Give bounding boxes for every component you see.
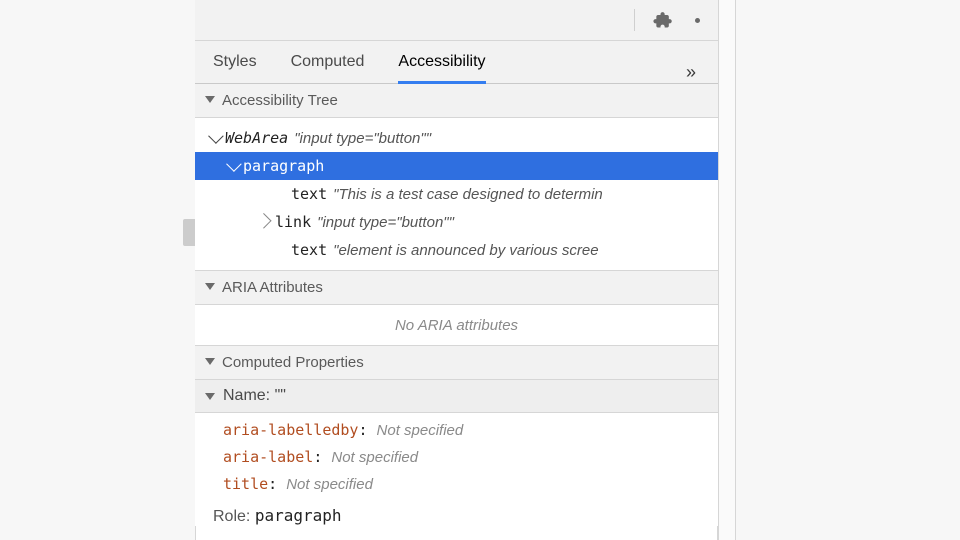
tree-node-label: "This is a test case designed to determi… — [333, 186, 603, 203]
accessibility-tree: WebArea "input type="button"" paragraph … — [195, 118, 718, 271]
computed-prop-key: aria-labelledby — [223, 421, 358, 439]
tree-node-role: WebArea — [225, 129, 288, 147]
tab-styles[interactable]: Styles — [213, 53, 257, 70]
computed-prop-value: Not specified — [331, 449, 418, 466]
tree-node-link[interactable]: link "input type="button"" — [195, 208, 718, 236]
tree-node-role: text — [291, 241, 327, 259]
chevron-down-icon — [227, 158, 239, 175]
computed-role-row: Role: paragraph — [195, 506, 718, 526]
tree-node-text[interactable]: text "This is a test case designed to de… — [195, 180, 718, 208]
computed-name-value: "" — [275, 387, 286, 405]
disclosure-triangle-icon — [205, 358, 215, 365]
tab-accessibility[interactable]: Accessibility — [398, 53, 485, 70]
tree-node-role: text — [291, 185, 327, 203]
computed-name-sources: aria-labelledby: Not specified aria-labe… — [195, 413, 718, 506]
computed-prop-row: aria-label: Not specified — [223, 444, 718, 471]
computed-prop-value: Not specified — [377, 422, 464, 439]
toolbar-divider — [634, 9, 635, 31]
section-header-aria-attributes[interactable]: ARIA Attributes — [195, 271, 718, 305]
computed-name-row[interactable]: Name: "" — [195, 380, 718, 413]
computed-prop-row: title: Not specified — [223, 471, 718, 498]
section-title: Computed Properties — [222, 354, 364, 371]
chevron-right-icon — [259, 214, 271, 231]
section-header-accessibility-tree[interactable]: Accessibility Tree — [195, 84, 718, 118]
computed-role-value: paragraph — [255, 506, 342, 525]
scrollbar-gutter[interactable] — [718, 0, 736, 540]
computed-role-label: Role: — [213, 508, 250, 525]
disclosure-triangle-icon — [205, 393, 215, 400]
tree-node-paragraph-selected[interactable]: paragraph — [195, 152, 718, 180]
tree-node-label: "input type="button"" — [294, 130, 431, 147]
disclosure-triangle-icon — [205, 96, 215, 103]
section-title: ARIA Attributes — [222, 279, 323, 296]
tree-node-role: link — [275, 213, 311, 231]
tree-node-webarea[interactable]: WebArea "input type="button"" — [195, 124, 718, 152]
kebab-dot-icon[interactable] — [695, 18, 700, 23]
computed-prop-row: aria-labelledby: Not specified — [223, 417, 718, 444]
extension-icon[interactable] — [653, 10, 673, 30]
devtools-accessibility-panel: Styles Computed Accessibility » Accessib… — [195, 0, 718, 540]
tree-node-role: paragraph — [243, 157, 324, 175]
section-header-computed-properties[interactable]: Computed Properties — [195, 346, 718, 380]
aria-empty-message: No ARIA attributes — [195, 305, 718, 346]
computed-prop-key: aria-label — [223, 448, 313, 466]
computed-name-label: Name: — [223, 387, 270, 405]
chevron-down-icon — [209, 130, 221, 147]
computed-properties: Name: "" aria-labelledby: Not specified … — [195, 380, 718, 526]
section-title: Accessibility Tree — [222, 92, 338, 109]
panel-toolbar — [195, 0, 718, 41]
computed-prop-value: Not specified — [286, 476, 373, 493]
panel-tabs: Styles Computed Accessibility » — [195, 41, 718, 84]
tree-node-text[interactable]: text "element is announced by various sc… — [195, 236, 718, 264]
tabs-overflow-button[interactable]: » — [686, 62, 718, 83]
tab-computed[interactable]: Computed — [291, 53, 365, 70]
tree-node-label: "input type="button"" — [317, 214, 454, 231]
computed-prop-key: title — [223, 475, 268, 493]
tree-node-label: "element is announced by various scree — [333, 242, 598, 259]
disclosure-triangle-icon — [205, 283, 215, 290]
